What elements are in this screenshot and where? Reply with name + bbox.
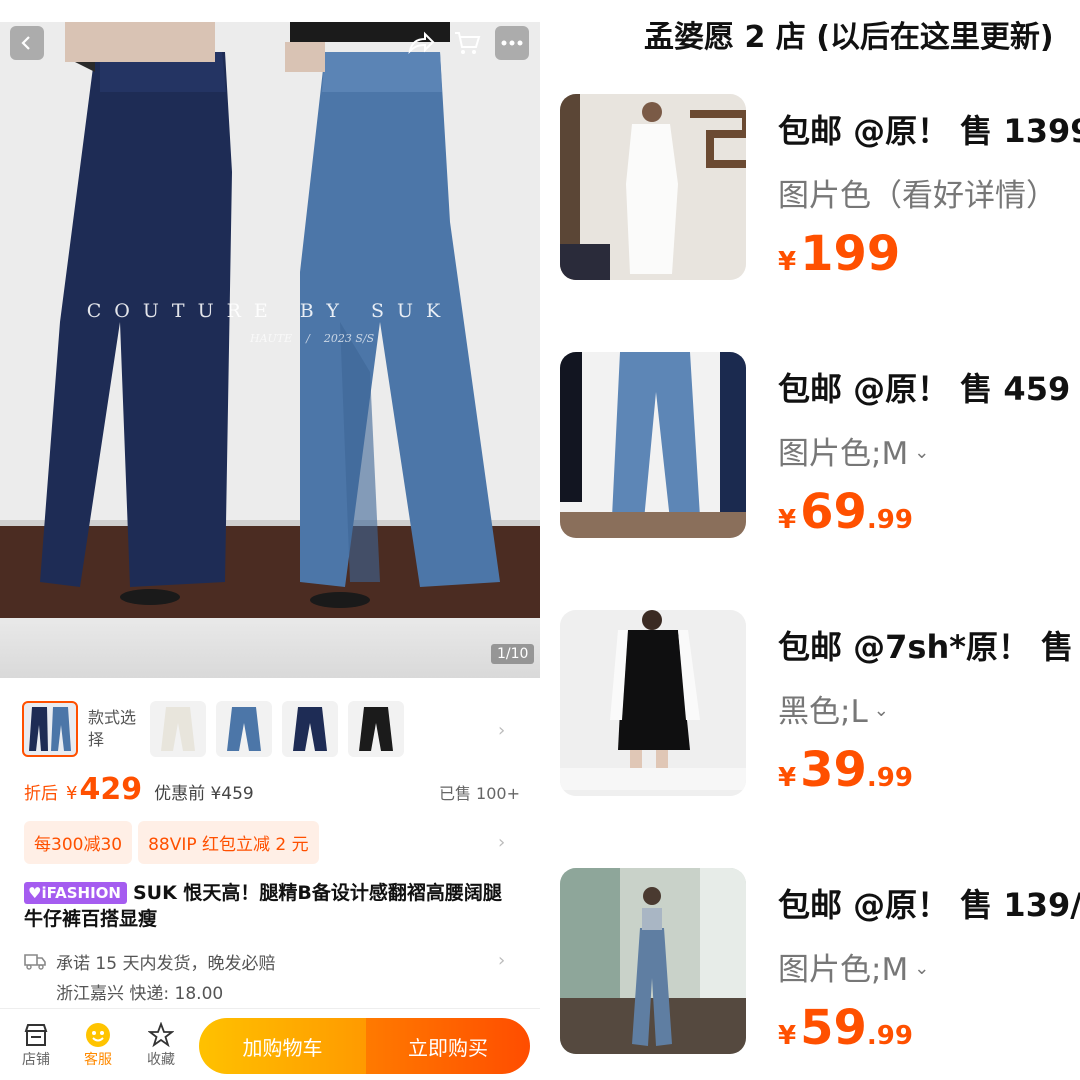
item-currency: ¥ — [778, 1021, 797, 1051]
status-strip — [0, 0, 540, 22]
item-currency: ¥ — [778, 505, 797, 535]
truck-icon — [24, 952, 48, 970]
list-item[interactable]: 包邮 @7sh*原！ 售 17 黑色;L⌄ ¥39.99 — [560, 610, 1080, 800]
sold-count: 已售 100+ — [438, 784, 520, 803]
brand-subtitle: HAUTE / 2023 S/S — [250, 332, 375, 345]
service-icon — [74, 1021, 122, 1049]
more-button[interactable] — [495, 26, 529, 60]
item-sku[interactable]: 图片色;M ⌄ — [778, 428, 929, 473]
jeans-dark-blue-image — [293, 707, 327, 751]
jeans-pair-image — [29, 707, 71, 751]
original-price: 优惠前 ¥459 — [154, 784, 254, 804]
jeans-light-blue-image — [227, 707, 261, 751]
list-item[interactable]: 包邮 @原！ 售 1399 图片色（看好详情） ¥199 — [560, 94, 1080, 284]
coupon-tag[interactable]: 每300减30 — [24, 821, 133, 864]
product-detail-panel: COUTURE BY SUK HAUTE / 2023 S/S 1/10 款式选… — [0, 0, 540, 1080]
item-thumbnail[interactable] — [560, 868, 746, 1054]
favorite-button[interactable]: 收藏 — [137, 1021, 185, 1069]
item-name: 包邮 @原！ 售 459 | — [778, 370, 1080, 408]
ifashion-badge-label: iFASHION — [41, 884, 121, 902]
item-price-integer: 69 — [800, 484, 867, 540]
price-row: 折后 ¥ 429 优惠前 ¥459 已售 100+ — [24, 772, 520, 812]
store-button[interactable]: 店铺 — [12, 1021, 60, 1069]
item-name: 包邮 @7sh*原！ 售 17 — [778, 628, 1080, 666]
item-name: 包邮 @原！ 售 139/复 — [778, 886, 1080, 924]
cart-button[interactable] — [452, 28, 482, 58]
image-counter: 1/10 — [491, 644, 535, 664]
item-price: ¥199 — [778, 226, 900, 282]
shop-item-panel: 孟婆愿 2 店 (以后在这里更新) 包邮 @原！ 售 1399 图片色（看好详情… — [540, 0, 1080, 1080]
gallery-footer — [0, 618, 540, 678]
discount-price: 429 — [79, 772, 143, 807]
service-label: 客服 — [84, 1052, 112, 1068]
item-price-decimal: .99 — [866, 1021, 913, 1051]
item-sku: 图片色（看好详情） — [778, 178, 1057, 214]
item-price: ¥59.99 — [778, 1000, 913, 1056]
coupon-list: 每300减30 88VIP 红包立减 2 元 — [24, 821, 325, 864]
style-thumb-selected[interactable] — [22, 701, 78, 757]
product-gallery[interactable]: COUTURE BY SUK HAUTE / 2023 S/S 1/10 — [0, 0, 540, 678]
page: COUTURE BY SUK HAUTE / 2023 S/S 1/10 款式选… — [0, 0, 1080, 1080]
item-sku-text: 图片色;M — [778, 436, 909, 472]
item-sku[interactable]: 黑色;L ⌄ — [778, 686, 889, 731]
item-price: ¥69.99 — [778, 484, 913, 540]
item-thumbnail[interactable] — [560, 610, 746, 796]
coupon-tag[interactable]: 88VIP 红包立减 2 元 — [138, 821, 319, 864]
list-item[interactable]: 包邮 @原！ 售 459 | 图片色;M ⌄ ¥69.99 — [560, 352, 1080, 542]
item-thumbnail[interactable] — [560, 94, 746, 280]
chevron-down-icon: ⌄ — [873, 700, 889, 721]
store-icon — [12, 1021, 60, 1049]
item-sku[interactable]: 图片色;M ⌄ — [778, 944, 929, 989]
product-title: ♥iFASHION SUK 恨天高！腿精B备设计感翻褶高腰阔腿牛仔裤百搭显瘦 — [24, 880, 514, 932]
item-sku-text: 图片色;M — [778, 952, 909, 988]
item-price-integer: 39 — [800, 742, 867, 798]
cart-icon — [455, 32, 481, 54]
more-dots-icon — [501, 40, 523, 46]
chevron-right-icon[interactable]: › — [498, 950, 505, 971]
favorite-label: 收藏 — [147, 1052, 175, 1068]
chevron-down-icon: ⌄ — [914, 958, 930, 979]
item-price-integer: 199 — [800, 226, 901, 282]
service-button[interactable]: 客服 — [74, 1021, 122, 1069]
currency-symbol: ¥ — [66, 783, 78, 804]
share-icon — [408, 31, 435, 55]
style-thumb-white[interactable] — [150, 701, 206, 757]
back-button[interactable] — [10, 26, 44, 60]
ship-origin: 浙江嘉兴 快递: 18.00 — [56, 983, 224, 1004]
chevron-down-icon: ⌄ — [914, 442, 930, 463]
share-button[interactable] — [406, 28, 436, 58]
chevron-left-icon — [21, 36, 30, 50]
add-to-cart-button[interactable]: 加购物车 — [199, 1018, 366, 1074]
style-thumb-dark-blue[interactable] — [282, 701, 338, 757]
item-name: 包邮 @原！ 售 1399 — [778, 112, 1080, 150]
item-thumbnail[interactable] — [560, 352, 746, 538]
style-thumb-black[interactable] — [348, 701, 404, 757]
shipping-info[interactable]: 承诺 15 天内发货，晚发必赔 浙江嘉兴 快递: 18.00 — [24, 948, 520, 1008]
store-label: 店铺 — [22, 1052, 50, 1068]
shop-title[interactable]: 孟婆愿 2 店 (以后在这里更新) — [644, 12, 1054, 56]
item-price-decimal: .99 — [866, 763, 913, 793]
brand-watermark: COUTURE BY SUK — [86, 300, 454, 322]
bottom-action-bar: 店铺 客服 收藏 加购物车 立即购买 — [0, 1008, 540, 1080]
discount-label: 折后 — [24, 784, 58, 804]
star-icon — [137, 1021, 185, 1049]
buy-now-button[interactable]: 立即购买 — [366, 1018, 530, 1074]
jeans-black-image — [359, 707, 393, 751]
chevron-right-icon[interactable]: › — [498, 720, 505, 741]
ship-promise: 承诺 15 天内发货，晚发必赔 — [56, 953, 276, 974]
item-price-integer: 59 — [800, 1000, 867, 1056]
item-price-decimal: .99 — [866, 505, 913, 535]
jeans-white-image — [161, 707, 195, 751]
item-currency: ¥ — [778, 763, 797, 793]
list-item[interactable]: 包邮 @原！ 售 139/复 图片色;M⌄ ¥59.99 — [560, 868, 1080, 1058]
item-currency: ¥ — [778, 247, 797, 277]
chevron-right-icon[interactable]: › — [498, 832, 505, 853]
style-selector: 款式选择 — [22, 700, 414, 758]
item-sku-text: 黑色;L — [778, 694, 868, 730]
style-selector-label: 款式选择 — [88, 708, 137, 749]
item-price: ¥39.99 — [778, 742, 913, 798]
ifashion-badge: ♥iFASHION — [24, 882, 127, 904]
style-thumb-light-blue[interactable] — [216, 701, 272, 757]
heart-icon: ♥ — [28, 884, 42, 902]
